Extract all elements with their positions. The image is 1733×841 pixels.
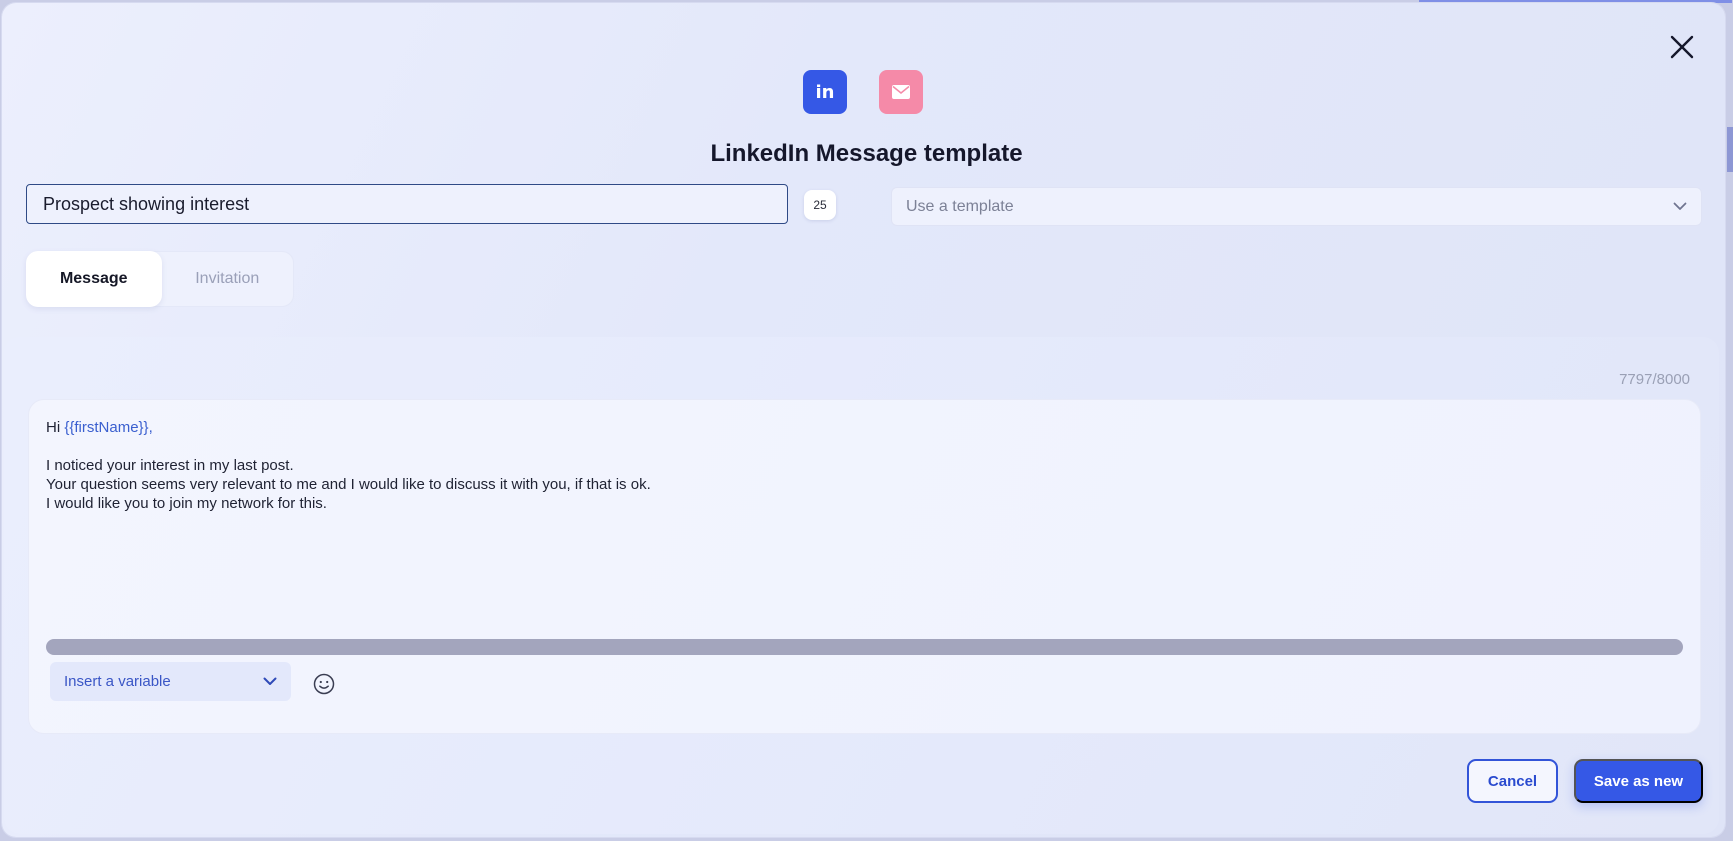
page-title: LinkedIn Message template: [710, 140, 1023, 167]
email-channel-button[interactable]: [879, 70, 923, 114]
variable-token[interactable]: {{firstName}}: [64, 419, 148, 436]
close-icon: [1670, 35, 1694, 59]
tab-invitation[interactable]: Invitation: [162, 251, 294, 307]
greeting-line: Hi {{firstName}},: [46, 418, 1646, 437]
chevron-down-icon: [263, 677, 277, 686]
message-text[interactable]: Hi {{firstName}}, I noticed your interes…: [46, 418, 1646, 513]
linkedin-icon: in: [815, 81, 835, 103]
save-as-new-button[interactable]: Save as new: [1574, 759, 1703, 803]
close-button[interactable]: [1668, 33, 1696, 61]
message-line: Your question seems very relevant to me …: [46, 476, 651, 493]
name-char-count: 25: [804, 190, 836, 220]
greeting-comma: ,: [148, 419, 153, 436]
message-char-limit: 7797/8000: [1619, 371, 1690, 388]
message-type-tabs: Message Invitation: [26, 251, 294, 307]
use-template-select[interactable]: Use a template: [891, 187, 1702, 226]
insert-variable-label: Insert a variable: [64, 673, 171, 690]
message-line: I would like you to join my network for …: [46, 495, 327, 512]
envelope-icon: [892, 85, 910, 99]
greeting-text: Hi: [46, 419, 65, 436]
tab-message[interactable]: Message: [26, 251, 162, 307]
cancel-button[interactable]: Cancel: [1467, 759, 1558, 803]
chevron-down-icon: [1673, 202, 1687, 211]
smiley-icon: [313, 673, 335, 695]
emoji-button[interactable]: [312, 672, 336, 696]
use-template-placeholder: Use a template: [906, 197, 1014, 215]
template-name-input[interactable]: [26, 184, 788, 224]
message-line: I noticed your interest in my last post.: [46, 457, 294, 474]
linkedin-channel-button[interactable]: in: [803, 70, 847, 114]
editor-horizontal-scrollbar[interactable]: [46, 639, 1683, 655]
insert-variable-select[interactable]: Insert a variable: [50, 662, 291, 701]
